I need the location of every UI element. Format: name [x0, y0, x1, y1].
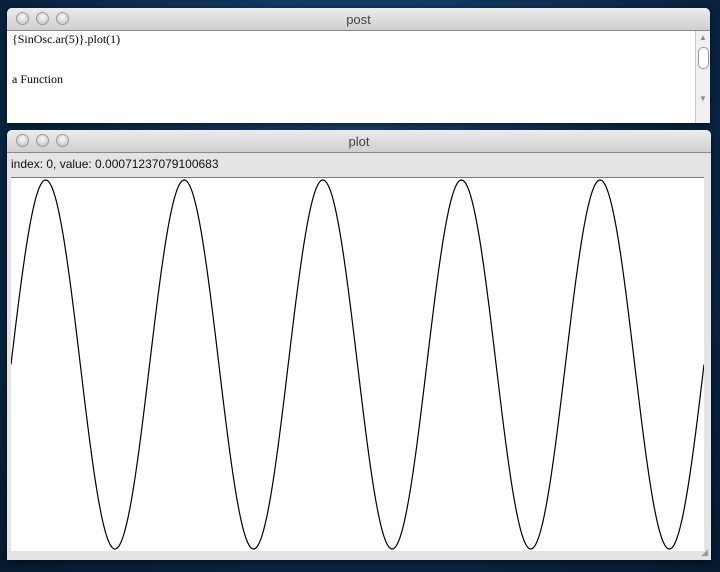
vertical-scrollbar[interactable]: ▲ ▼: [695, 31, 710, 123]
plot-area[interactable]: [10, 177, 705, 551]
plot-titlebar[interactable]: plot: [7, 130, 711, 153]
window-title: post: [346, 12, 371, 27]
scroll-down-icon[interactable]: ▼: [699, 94, 707, 103]
resize-grip-icon[interactable]: ◢: [701, 547, 708, 558]
plot-window: plot index: 0, value: 0.0007123707910068…: [7, 130, 711, 560]
scroll-thumb[interactable]: [698, 47, 709, 69]
scroll-up-icon[interactable]: ▲: [699, 33, 707, 42]
window-title: plot: [348, 134, 370, 149]
sine-wave-line: [10, 179, 705, 550]
post-titlebar[interactable]: post: [7, 8, 710, 31]
plot-info-label: index: 0, value: 0.00071237079100683: [11, 157, 219, 171]
post-line: a Function: [12, 72, 63, 86]
post-text-area[interactable]: {SinOsc.ar(5)}.plot(1) a Function: [7, 31, 696, 123]
plot-svg: [10, 179, 705, 550]
post-window: post {SinOsc.ar(5)}.plot(1) a Function ▲…: [7, 8, 710, 123]
post-line: {SinOsc.ar(5)}.plot(1): [12, 32, 121, 46]
